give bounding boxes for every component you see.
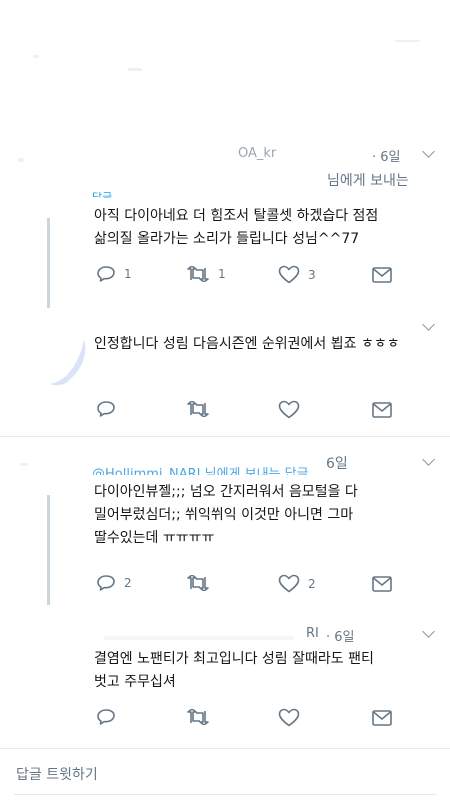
heart-icon [278,708,300,727]
retweet-icon [187,575,209,591]
envelope-icon [372,267,392,283]
redacted-mark [395,40,420,42]
chevron-down-icon[interactable] [422,625,435,638]
direct-message-button[interactable] [372,267,392,283]
reply-button[interactable]: 1 [96,265,132,283]
envelope-icon [372,576,392,592]
reply-compose-input[interactable]: 답글 트윗하기 [16,764,98,784]
redacted-mark [33,55,39,58]
retweet-icon [187,709,209,725]
compose-underline [14,794,436,795]
reply-icon [97,266,115,282]
retweet-icon [187,401,209,417]
like-count: 2 [308,576,316,591]
like-button[interactable]: 2 [278,574,316,593]
retweet-button[interactable] [186,401,218,417]
heart-icon [278,400,300,419]
reply-count: 1 [124,267,132,281]
redacted-avatar [20,463,28,466]
retweet-button[interactable]: 1 [186,266,226,282]
direct-message-button[interactable] [372,576,392,592]
chevron-down-icon[interactable] [422,318,435,331]
reply-icon [97,401,115,417]
tweet-handle[interactable]: RI [306,626,319,641]
thread-line [47,495,50,605]
envelope-icon [372,402,392,418]
replying-to-label[interactable]: @Hollimmi_NARI 님에게 보내는 답글 [92,466,309,475]
redacted-avatar [18,158,24,162]
like-button[interactable] [278,708,308,727]
reply-count: 2 [124,576,132,590]
tweet-timestamp[interactable]: 6일 [326,453,348,473]
redacted-mark [128,68,142,71]
direct-message-button[interactable] [372,402,392,418]
tweet-text: 인정합니다 성림 다음시즌엔 순위권에서 뵙죠 ㅎㅎㅎ [94,336,400,352]
tweet-text: 아직 다이아네요 더 힘조서 탈콜셋 하겠습다 점점 삶의질 올라가는 소리가 … [94,208,379,247]
chevron-down-icon[interactable] [422,145,435,158]
tweet-handle[interactable]: OA_kr [238,146,276,161]
envelope-icon [372,710,392,726]
avatar [50,339,86,386]
reply-button[interactable] [96,708,124,726]
tweet-timestamp[interactable]: · 6일 [326,626,355,645]
tweet-text: 다이아인뷰젤;;; 넘오 간지러워서 음모털을 다 밀어부렀심더;; 쒸익쒸익 … [94,484,358,546]
replying-to-label[interactable]: 님에게 보내는 [327,170,409,190]
retweet-icon [187,266,209,282]
like-button[interactable]: 3 [278,265,316,284]
chevron-down-icon[interactable] [422,453,435,466]
tweet-timestamp[interactable]: · 6일 [372,146,401,165]
tweet-divider [0,748,450,749]
tweet-text: 결염엔 노팬티가 최고입니다 성림 잘때라도 팬티 벗고 주무십셔 [94,651,374,690]
like-count: 3 [308,267,316,282]
reply-icon [97,575,115,591]
direct-message-button[interactable] [372,710,392,726]
reply-icon [97,709,115,725]
tweet-divider [0,436,450,437]
reply-button[interactable] [96,400,124,418]
retweet-button[interactable] [186,575,218,591]
heart-icon [278,265,300,284]
redacted-handle [104,636,294,640]
heart-icon [278,574,300,593]
retweet-button[interactable] [186,709,218,725]
thread-line [47,218,50,308]
retweet-count: 1 [218,267,226,281]
reply-button[interactable]: 2 [96,574,132,592]
reply-label: 답글 [92,191,113,198]
like-button[interactable] [278,400,308,419]
